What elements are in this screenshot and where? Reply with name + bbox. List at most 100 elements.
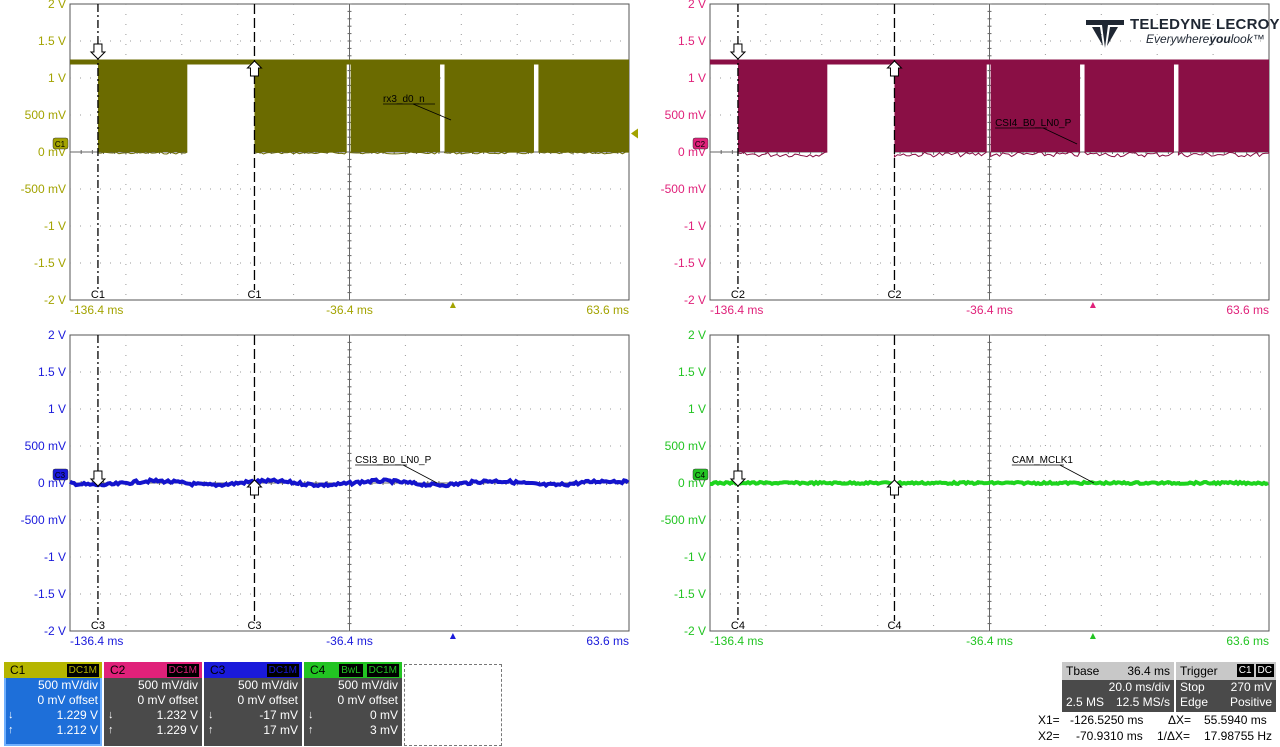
y-axis-label: 500 mV bbox=[25, 108, 66, 122]
y-axis-label: 1 V bbox=[688, 402, 706, 416]
channel-cursor-down-value-text: -17 mV bbox=[259, 708, 298, 722]
channel-volts-per-div: 500 mV/div bbox=[204, 678, 302, 693]
channel-offset-text: 0 mV offset bbox=[237, 693, 298, 707]
channel-cursor-up-value: ↑ 3 mV bbox=[304, 723, 402, 738]
arrow-down-icon: ↓ bbox=[208, 709, 214, 721]
y-axis-label: 500 mV bbox=[665, 108, 706, 122]
trigger-time-marker[interactable] bbox=[1089, 633, 1096, 639]
trigger-time-marker[interactable] bbox=[449, 302, 456, 308]
trigger-level-marker[interactable] bbox=[631, 128, 638, 139]
channel-cursor-down-value: ↓ -17 mV bbox=[204, 708, 302, 723]
time-axis-label: -136.4 ms bbox=[710, 634, 763, 648]
cursor-inv-dx-label: 1/ΔX= bbox=[1157, 729, 1191, 743]
arrow-down-icon: ↓ bbox=[108, 709, 114, 721]
channel-offset: 0 mV offset bbox=[4, 693, 102, 708]
trace-gap bbox=[187, 64, 255, 155]
trigger-label: Trigger bbox=[1180, 664, 1218, 678]
arrow-down-icon: ↓ bbox=[8, 709, 14, 721]
channel-volts-per-div: 500 mV/div bbox=[104, 678, 202, 693]
channel-descriptor-c2[interactable]: C2 DC1M 500 mV/div 0 mV offset ↓ 1.232 V ↑ 1.22… bbox=[104, 662, 202, 746]
trace-name-label: CSI3_B0_LN0_P bbox=[355, 455, 431, 466]
trigger-source-tag: C1 bbox=[1236, 664, 1254, 677]
channel-coupling-tag: DC1M bbox=[365, 663, 400, 678]
logo-tagline: Everywhereyoulook™ bbox=[1146, 32, 1265, 46]
grid-c1: 2 V1.5 V1 V500 mV0 mV-500 mV-1 V-1.5 V-2… bbox=[21, 0, 638, 317]
y-axis-label: 2 V bbox=[48, 328, 66, 342]
channel-volts-per-div: 500 mV/div bbox=[304, 678, 402, 693]
tbase-samples: 2.5 MS bbox=[1066, 695, 1105, 709]
y-axis-label: 1 V bbox=[688, 71, 706, 85]
cursor-x2-label: X2= bbox=[1038, 729, 1060, 743]
trace-burst-block bbox=[990, 59, 1081, 152]
trigger-panel[interactable]: Trigger C1 DC Stop 270 mV Edge Positive bbox=[1176, 662, 1276, 712]
y-axis-label: 1 V bbox=[48, 71, 66, 85]
y-axis-label: -1 V bbox=[44, 219, 66, 233]
channel-cursor-down-value: ↓ 1.229 V bbox=[4, 708, 102, 723]
trigger-coupling-tag: DC bbox=[1255, 664, 1274, 677]
channel-ground-marker[interactable]: C4 bbox=[692, 468, 709, 481]
y-axis-label: -2 V bbox=[684, 293, 706, 307]
y-axis-label: -1.5 V bbox=[34, 256, 66, 270]
channel-cursor-up-value-text: 1.229 V bbox=[156, 723, 198, 737]
y-axis-label: -1 V bbox=[44, 550, 66, 564]
channel-coupling-tag: DC1M bbox=[165, 663, 200, 678]
ground-marker-label: C1 bbox=[55, 140, 66, 149]
channel-ground-marker[interactable]: C2 bbox=[692, 137, 709, 150]
channel-descriptor-c4[interactable]: C4 BwL DC1M 500 mV/div 0 mV offset ↓ 0 mV ↑ 3 mV bbox=[304, 662, 402, 746]
channel-offset: 0 mV offset bbox=[104, 693, 202, 708]
trace-gap bbox=[827, 64, 895, 155]
channel-cursor-up-value-text: 17 mV bbox=[263, 723, 298, 737]
tbase-delay: 36.4 ms bbox=[1127, 664, 1170, 678]
channel-name: C3 bbox=[210, 663, 226, 677]
y-axis-label: -500 mV bbox=[661, 182, 706, 196]
logo-brand-text: TELEDYNE LECROY bbox=[1130, 16, 1280, 33]
cursor-x1-label: X1= bbox=[1038, 713, 1060, 727]
time-axis-label: 63.6 ms bbox=[1226, 634, 1269, 648]
y-axis-label: -1.5 V bbox=[34, 587, 66, 601]
y-axis-label: -1 V bbox=[684, 550, 706, 564]
arrow-down-icon: ↓ bbox=[308, 709, 314, 721]
cursor-channel-label: C1 bbox=[91, 289, 105, 301]
time-axis-label: 63.6 ms bbox=[586, 303, 629, 317]
trace-burst-block bbox=[538, 59, 629, 152]
channel-volts-per-div-text: 500 mV/div bbox=[237, 678, 298, 692]
y-axis-label: -2 V bbox=[44, 624, 66, 638]
trace-name-label: CAM_MCLK1 bbox=[1012, 455, 1074, 466]
empty-channel-slot[interactable] bbox=[404, 664, 502, 746]
ground-marker-label: C3 bbox=[55, 471, 66, 480]
y-axis-label: 1.5 V bbox=[678, 34, 706, 48]
cursor-channel-label: C1 bbox=[247, 289, 261, 301]
timebase-panel[interactable]: Tbase 36.4 ms 20.0 ms/div 2.5 MS 12.5 MS/s bbox=[1062, 662, 1174, 712]
channel-name: C2 bbox=[110, 663, 126, 677]
channel-descriptor-c3[interactable]: C3 DC1M 500 mV/div 0 mV offset ↓ -17 mV ↑ 17 mV bbox=[204, 662, 302, 746]
y-axis-label: -1 V bbox=[684, 219, 706, 233]
channel-coupling-tag: DC1M bbox=[265, 663, 300, 678]
time-axis-label: -36.4 ms bbox=[326, 634, 373, 648]
cursor-channel-label: C3 bbox=[91, 620, 105, 632]
channel-ground-marker[interactable]: C1 bbox=[52, 137, 69, 150]
lecroy-logo-icon bbox=[1086, 20, 1124, 48]
time-axis-label: -136.4 ms bbox=[70, 634, 123, 648]
cursor-dx-label: ΔX= bbox=[1168, 713, 1192, 727]
trigger-time-marker[interactable] bbox=[449, 633, 456, 639]
time-axis-label: -36.4 ms bbox=[966, 634, 1013, 648]
cursor-x2-value: -70.9310 ms bbox=[1076, 729, 1143, 743]
y-axis-label: -1.5 V bbox=[674, 587, 706, 601]
channel-cursor-up-value: ↑ 1.229 V bbox=[104, 723, 202, 738]
time-axis-label: -36.4 ms bbox=[326, 303, 373, 317]
trigger-time-marker[interactable] bbox=[1089, 302, 1096, 308]
channel-volts-per-div-text: 500 mV/div bbox=[37, 678, 98, 692]
channel-descriptor-c1[interactable]: C1 DC1M 500 mV/div 0 mV offset ↓ 1.229 V ↑ 1.21… bbox=[4, 662, 102, 746]
trace-burst-block bbox=[97, 59, 188, 152]
y-axis-label: -500 mV bbox=[21, 182, 66, 196]
channel-coupling-tag: DC1M bbox=[65, 663, 100, 678]
y-axis-label: 1 V bbox=[48, 402, 66, 416]
ground-marker-label: C2 bbox=[695, 140, 706, 149]
trace-burst-block bbox=[737, 59, 828, 152]
arrow-up-icon: ↑ bbox=[308, 724, 314, 736]
y-axis-label: -1.5 V bbox=[674, 256, 706, 270]
channel-cursor-up-value-text: 3 mV bbox=[369, 723, 398, 737]
channel-coupling-tag: BwL bbox=[338, 663, 364, 678]
channel-ground-marker[interactable]: C3 bbox=[52, 468, 69, 481]
channel-cursor-up-value: ↑ 17 mV bbox=[204, 723, 302, 738]
